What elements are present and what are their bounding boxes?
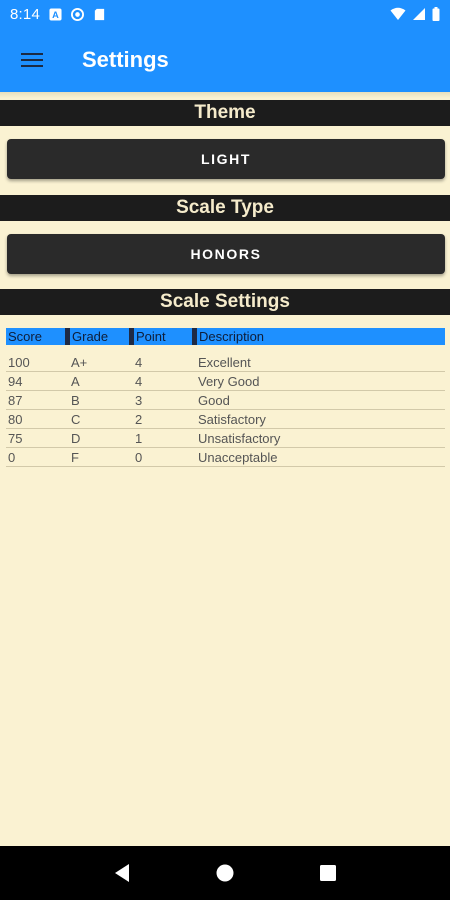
signal-icon xyxy=(413,8,425,20)
table-row[interactable]: 80 C 2 Satisfactory xyxy=(6,410,445,429)
cell-description: Very Good xyxy=(198,374,260,389)
column-header-score[interactable]: Score xyxy=(6,328,42,345)
column-header-point[interactable]: Point xyxy=(134,328,166,345)
app-bar: Settings xyxy=(0,28,450,92)
home-button[interactable] xyxy=(210,858,240,888)
theme-header: Theme xyxy=(0,100,450,126)
table-row[interactable]: 87 B 3 Good xyxy=(6,391,445,410)
cell-description: Good xyxy=(198,393,230,408)
menu-button[interactable] xyxy=(0,28,64,92)
cell-point: 0 xyxy=(135,450,143,465)
recents-icon xyxy=(320,865,337,881)
status-bar: 8:14 A xyxy=(0,0,450,28)
cell-description: Satisfactory xyxy=(198,412,266,427)
home-icon xyxy=(216,864,234,882)
scale-settings-header: Scale Settings xyxy=(0,289,450,315)
hamburger-menu-icon xyxy=(21,53,43,67)
scale-table: Score Grade Point Description 100 A+ 4 E… xyxy=(6,328,445,467)
cell-grade: A xyxy=(71,374,80,389)
svg-text:A: A xyxy=(52,10,59,20)
status-left: 8:14 A xyxy=(10,6,106,23)
cell-description: Unsatisfactory xyxy=(198,431,281,446)
status-time: 8:14 xyxy=(10,5,40,23)
cell-point: 2 xyxy=(135,412,143,427)
status-right xyxy=(390,7,440,21)
cell-score: 75 xyxy=(8,431,23,446)
app-bar-shadow xyxy=(0,92,450,98)
cell-point: 4 xyxy=(135,355,143,370)
cell-point: 3 xyxy=(135,393,143,408)
navigation-bar xyxy=(0,846,450,900)
cell-score: 0 xyxy=(8,450,16,465)
cell-score: 87 xyxy=(8,393,23,408)
cell-score: 100 xyxy=(8,355,30,370)
cell-score: 80 xyxy=(8,412,23,427)
table-row[interactable]: 0 F 0 Unacceptable xyxy=(6,448,445,467)
column-header-grade[interactable]: Grade xyxy=(70,328,108,345)
cell-grade: B xyxy=(71,393,80,408)
wifi-icon xyxy=(390,7,406,20)
theme-button[interactable]: LIGHT xyxy=(7,139,445,179)
scale-type-header: Scale Type xyxy=(0,195,450,221)
cell-grade: D xyxy=(71,431,81,446)
table-body: 100 A+ 4 Excellent 94 A 4 Very Good 87 B… xyxy=(6,353,445,467)
sync-icon xyxy=(71,7,84,21)
battery-icon xyxy=(432,7,440,21)
column-header-description[interactable]: Description xyxy=(197,328,264,345)
cell-grade: A+ xyxy=(71,355,88,370)
table-row[interactable]: 75 D 1 Unsatisfactory xyxy=(6,429,445,448)
back-icon xyxy=(114,864,129,882)
table-header: Score Grade Point Description xyxy=(6,328,445,345)
cell-description: Excellent xyxy=(198,355,251,370)
cell-point: 1 xyxy=(135,431,143,446)
cell-grade: C xyxy=(71,412,81,427)
recents-button[interactable] xyxy=(313,858,343,888)
table-row[interactable]: 94 A 4 Very Good xyxy=(6,372,445,391)
keyboard-icon: A xyxy=(49,7,62,21)
table-row[interactable]: 100 A+ 4 Excellent xyxy=(6,353,445,372)
page-title: Settings xyxy=(82,47,169,72)
cell-point: 4 xyxy=(135,374,143,389)
cell-grade: F xyxy=(71,450,79,465)
scale-type-button[interactable]: HONORS xyxy=(7,234,445,274)
cell-score: 94 xyxy=(8,374,23,389)
sd-card-icon xyxy=(94,8,105,20)
back-button[interactable] xyxy=(107,858,137,888)
cell-description: Unacceptable xyxy=(198,450,278,465)
